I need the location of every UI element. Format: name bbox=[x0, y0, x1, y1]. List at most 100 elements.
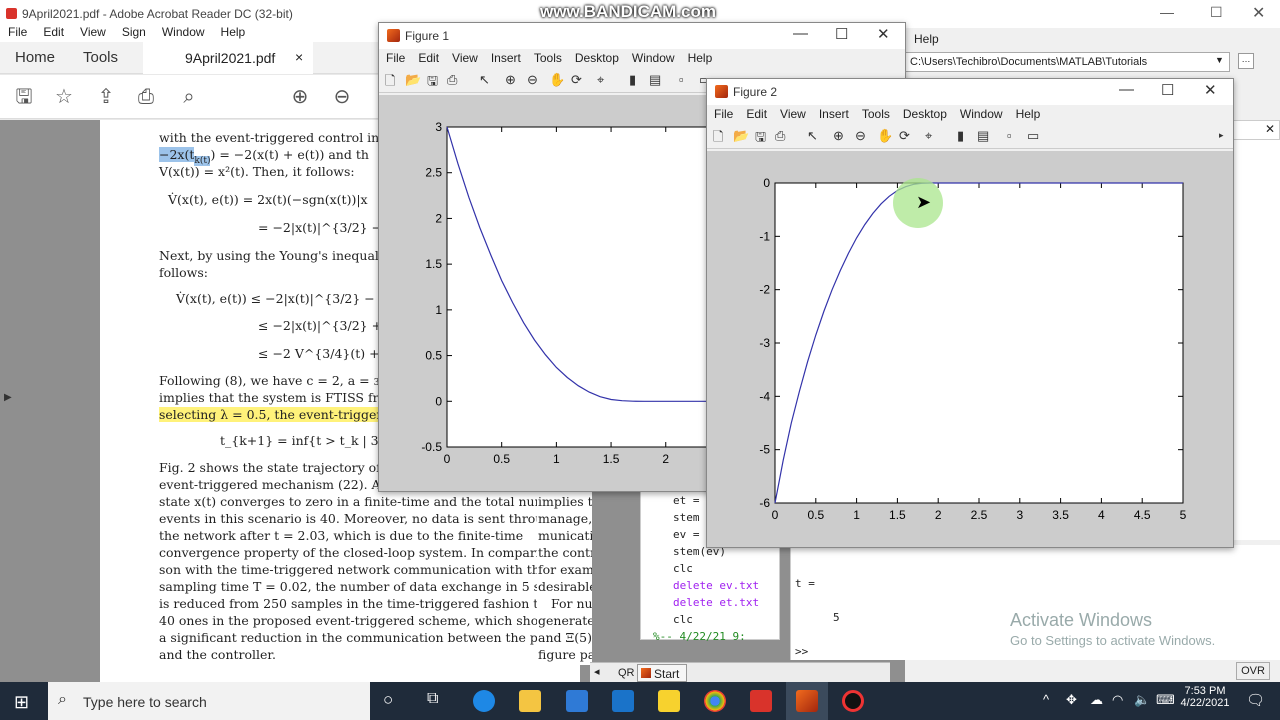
menu-tools[interactable]: Tools bbox=[534, 51, 562, 65]
colorbar-icon[interactable]: ▮ bbox=[957, 128, 964, 144]
volume-icon[interactable]: 🔈 bbox=[1134, 692, 1150, 708]
tab-close-icon[interactable]: × bbox=[295, 49, 303, 65]
maximize-icon[interactable]: ☐ bbox=[835, 25, 848, 43]
minimize-icon[interactable]: — bbox=[1119, 81, 1134, 98]
rotate-icon[interactable]: ⟳ bbox=[571, 72, 582, 88]
pan-icon[interactable]: ✋ bbox=[549, 72, 565, 88]
open-file-icon[interactable]: 📂 bbox=[733, 128, 749, 144]
history-item[interactable]: delete et.txt bbox=[641, 596, 779, 613]
close-icon[interactable]: ✕ bbox=[1204, 81, 1217, 99]
matlab-menu-help[interactable]: Help bbox=[914, 32, 939, 46]
browse-folder-icon[interactable]: … bbox=[1238, 53, 1254, 69]
close-icon[interactable]: ✕ bbox=[1252, 3, 1265, 23]
maximize-icon[interactable]: ☐ bbox=[1210, 4, 1223, 21]
data-cursor-icon[interactable]: ⌖ bbox=[597, 72, 604, 88]
chevron-down-icon[interactable]: ▼ bbox=[1215, 55, 1224, 65]
chrome-icon[interactable] bbox=[704, 690, 726, 712]
history-item[interactable]: clc bbox=[641, 613, 779, 630]
menu-window[interactable]: Window bbox=[960, 107, 1003, 121]
side-panel-toggle-icon[interactable]: ▶ bbox=[4, 392, 12, 403]
data-cursor-icon[interactable]: ⌖ bbox=[925, 128, 932, 144]
edge-icon[interactable] bbox=[473, 690, 495, 712]
minimize-icon[interactable]: — bbox=[1160, 4, 1174, 20]
zoom-search-icon[interactable]: ⌕ bbox=[177, 85, 201, 109]
menu-view[interactable]: View bbox=[780, 107, 806, 121]
new-figure-icon[interactable]: 🗋 bbox=[385, 72, 395, 94]
hide-plot-tools-icon[interactable]: ▫ bbox=[1007, 128, 1012, 143]
show-plot-tools-icon[interactable]: ▭ bbox=[1027, 128, 1039, 144]
zoom-in-icon[interactable]: ⊕ bbox=[505, 72, 516, 88]
menu-window[interactable]: Window bbox=[632, 51, 675, 65]
print-icon[interactable]: ⎙ bbox=[447, 72, 457, 88]
menu-help[interactable]: Help bbox=[688, 51, 713, 65]
chevron-up-icon[interactable]: ^ bbox=[1043, 692, 1049, 707]
store-icon[interactable] bbox=[566, 690, 588, 712]
menu-edit[interactable]: Edit bbox=[746, 107, 767, 121]
taskbar-search-box[interactable]: ⌕ Type here to search bbox=[48, 682, 370, 720]
history-item[interactable]: delete ev.txt bbox=[641, 579, 779, 596]
rotate-icon[interactable]: ⟳ bbox=[899, 128, 910, 144]
tab-tools[interactable]: Tools bbox=[83, 42, 118, 74]
bandicam-record-icon[interactable] bbox=[842, 690, 864, 712]
menu-file[interactable]: File bbox=[386, 51, 405, 65]
menu-tools[interactable]: Tools bbox=[862, 107, 890, 121]
save-icon[interactable]: 🖫 bbox=[12, 85, 36, 109]
maximize-icon[interactable]: ☐ bbox=[1161, 81, 1174, 99]
save-icon[interactable]: 🖫 bbox=[755, 128, 766, 150]
page-up-icon[interactable]: ⊕ bbox=[288, 85, 312, 109]
legend-icon[interactable]: ▤ bbox=[977, 128, 989, 144]
pointer-icon[interactable]: ↖ bbox=[807, 128, 818, 144]
zoom-in-icon[interactable]: ⊕ bbox=[833, 128, 844, 144]
colorbar-icon[interactable]: ▮ bbox=[629, 72, 636, 88]
tabs-left-arrow-icon[interactable]: ◂ bbox=[594, 665, 600, 678]
menu-desktop[interactable]: Desktop bbox=[575, 51, 619, 65]
cmd-prompt[interactable]: >> bbox=[795, 645, 808, 658]
acrobat-icon[interactable] bbox=[750, 690, 772, 712]
onedrive-icon[interactable]: ☁ bbox=[1090, 692, 1103, 708]
page-down-icon[interactable]: ⊖ bbox=[330, 85, 354, 109]
menu-view[interactable]: View bbox=[80, 25, 106, 39]
menu-window[interactable]: Window bbox=[162, 25, 205, 39]
cortana-icon[interactable]: ○ bbox=[383, 690, 393, 710]
menu-desktop[interactable]: Desktop bbox=[903, 107, 947, 121]
history-item[interactable]: clc bbox=[641, 562, 779, 579]
bookmark-star-icon[interactable]: ☆ bbox=[52, 85, 76, 109]
start-button[interactable]: Start bbox=[637, 664, 687, 682]
menu-file[interactable]: File bbox=[714, 107, 733, 121]
menu-insert[interactable]: Insert bbox=[491, 51, 521, 65]
task-view-icon[interactable]: ⧉ bbox=[427, 690, 438, 708]
toolbar-overflow-icon[interactable]: ▸ bbox=[1219, 130, 1224, 141]
save-icon[interactable]: 🖫 bbox=[427, 72, 438, 94]
dropbox-icon[interactable]: ✥ bbox=[1066, 692, 1077, 708]
file-explorer-icon[interactable] bbox=[519, 690, 541, 712]
zoom-out-icon[interactable]: ⊖ bbox=[855, 128, 866, 144]
pan-icon[interactable]: ✋ bbox=[877, 128, 893, 144]
tab-document[interactable]: 9April2021.pdf × bbox=[143, 42, 313, 74]
menu-sign[interactable]: Sign bbox=[122, 25, 146, 39]
menu-help[interactable]: Help bbox=[221, 25, 246, 39]
notifications-icon[interactable]: 🗨 bbox=[1246, 691, 1265, 709]
open-file-icon[interactable]: 📂 bbox=[405, 72, 421, 88]
menu-file[interactable]: File bbox=[8, 25, 27, 39]
system-clock[interactable]: 7:53 PM 4/22/2021 bbox=[1170, 685, 1240, 709]
wifi-icon[interactable]: ◠ bbox=[1112, 692, 1123, 708]
minimize-icon[interactable]: — bbox=[793, 25, 808, 42]
close-icon[interactable]: ✕ bbox=[877, 25, 890, 43]
hide-plot-tools-icon[interactable]: ▫ bbox=[679, 72, 684, 87]
menu-view[interactable]: View bbox=[452, 51, 478, 65]
matlab-taskbar-button[interactable] bbox=[786, 682, 828, 720]
menu-help[interactable]: Help bbox=[1016, 107, 1041, 121]
mail-icon[interactable] bbox=[612, 690, 634, 712]
menu-insert[interactable]: Insert bbox=[819, 107, 849, 121]
pointer-icon[interactable]: ↖ bbox=[479, 72, 490, 88]
print-icon[interactable]: ⎙ bbox=[134, 85, 158, 109]
sticky-notes-icon[interactable] bbox=[658, 690, 680, 712]
menu-edit[interactable]: Edit bbox=[43, 25, 64, 39]
legend-icon[interactable]: ▤ bbox=[649, 72, 661, 88]
print-icon[interactable]: ⎙ bbox=[775, 128, 785, 144]
current-folder-field[interactable]: C:\Users\Techibro\Documents\MATLAB\Tutor… bbox=[905, 52, 1230, 72]
figure-2-plot[interactable]: 0 0.5 1 1.5 2 2.5 3 3.5 4 4.5 5 0 -1 -2 -3 -4 -5 -6 bbox=[707, 151, 1233, 547]
menu-edit[interactable]: Edit bbox=[418, 51, 439, 65]
new-figure-icon[interactable]: 🗋 bbox=[713, 128, 723, 150]
panel-close-icon[interactable]: ✕ bbox=[1265, 122, 1275, 136]
